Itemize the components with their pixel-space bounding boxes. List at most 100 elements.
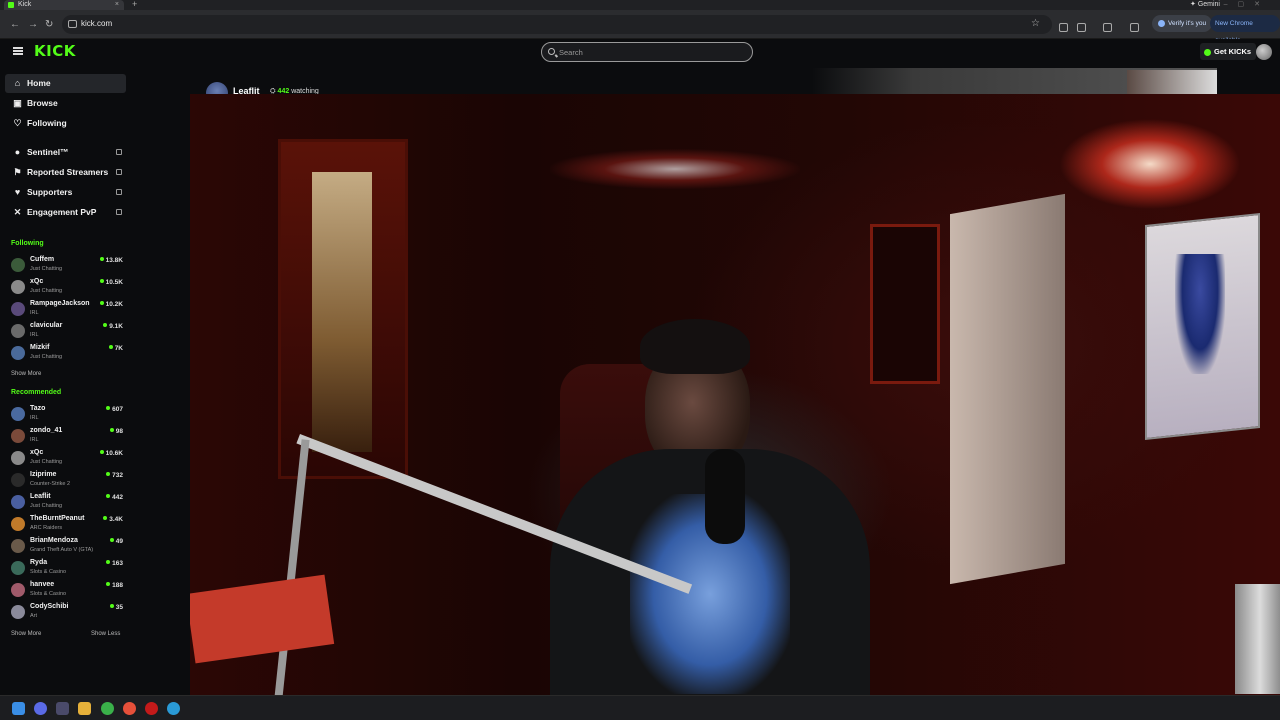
gemini-label: Gemini <box>1197 1 1220 8</box>
browse-icon: ▣ <box>13 98 22 108</box>
verify-label: Verify it's you <box>1168 20 1207 27</box>
avatar <box>11 583 25 597</box>
heart-icon: ♥ <box>14 187 21 197</box>
sidebar: ⌂ Home ▣ Browse ♡ Following ● Sentinel™ … <box>0 66 190 695</box>
url-text: kick.com <box>81 19 113 28</box>
sidebar-item-sentinel[interactable]: ● Sentinel™ <box>5 143 126 162</box>
channel-item[interactable]: hanvee Slots & Casino 188 <box>11 580 123 600</box>
site-info-icon[interactable] <box>68 20 77 28</box>
site-header: KICK Get KICKs <box>0 39 1280 66</box>
channel-item[interactable]: Mizkif Just Chatting 7K <box>11 343 123 363</box>
viewer-count: 9.1K <box>103 323 123 330</box>
channel-category: IRL <box>30 437 39 443</box>
windows-start-icon[interactable] <box>12 702 25 715</box>
get-kicks-button[interactable]: Get KICKs <box>1200 43 1257 60</box>
reload-icon[interactable]: ↻ <box>45 19 53 30</box>
sidebar-item-following[interactable]: ♡ Following <box>5 114 126 133</box>
show-less-button[interactable]: Show Less <box>91 631 120 637</box>
close-tab-icon[interactable]: × <box>115 0 119 10</box>
sidebar-item-label: Engagement PvP <box>27 207 97 217</box>
channel-name: CodySchibi <box>30 603 69 610</box>
channel-item[interactable]: BrianMendoza Grand Theft Auto V (GTA) 49 <box>11 536 123 556</box>
hamburger-menu-icon[interactable] <box>13 47 23 55</box>
channel-category: Slots & Casino <box>30 591 67 597</box>
user-avatar[interactable] <box>1256 44 1272 60</box>
sidebar-item-label: Supporters <box>27 187 73 197</box>
viewer-count: 7K <box>109 345 123 352</box>
search-icon <box>548 48 555 55</box>
video-player[interactable] <box>190 94 1280 695</box>
avatar <box>11 473 25 487</box>
recommended-section-title: Recommended <box>11 389 62 396</box>
channel-category: Just Chatting <box>30 288 63 294</box>
profile-icon <box>1158 19 1165 27</box>
new-tab-icon[interactable]: + <box>132 0 137 9</box>
search-input[interactable] <box>559 46 739 58</box>
channel-item[interactable]: Cuffem Just Chatting 13.8K <box>11 255 123 275</box>
sidebar-item-browse[interactable]: ▣ Browse <box>5 94 126 113</box>
opera-icon[interactable] <box>145 702 158 715</box>
video-white-door <box>950 193 1065 585</box>
avatar <box>11 561 25 575</box>
sidebar-item-engagement-pvp[interactable]: ✕ Engagement PvP <box>5 203 126 222</box>
external-link-icon <box>116 149 122 155</box>
gemini-button[interactable]: ✦ Gemini <box>1190 0 1220 10</box>
edge-icon[interactable] <box>167 702 180 715</box>
window-controls[interactable]: –▢✕ <box>1224 0 1270 10</box>
channel-name: hanvee <box>30 581 55 588</box>
channel-item[interactable]: clavicular IRL 9.1K <box>11 321 123 341</box>
sidebar-item-supporters[interactable]: ♥ Supporters <box>5 183 126 202</box>
channel-item[interactable]: zondo_41 IRL 98 <box>11 426 123 446</box>
task-view-icon[interactable] <box>56 702 69 715</box>
video-person-hair <box>640 319 750 374</box>
channel-category: Just Chatting <box>30 459 63 465</box>
avatar <box>11 280 25 294</box>
channel-name: Iziprime <box>30 471 57 478</box>
channel-item[interactable]: xQc Just Chatting 10.6K <box>11 448 123 468</box>
viewer-count: 442 <box>106 494 123 501</box>
channel-item[interactable]: CodySchibi Art 35 <box>11 602 123 622</box>
channel-item[interactable]: Iziprime Counter-Strike 2 732 <box>11 470 123 490</box>
back-icon[interactable]: ← <box>10 19 20 30</box>
bookmark-star-icon[interactable]: ☆ <box>1031 18 1040 29</box>
avatar <box>11 495 25 509</box>
search-bar[interactable] <box>541 42 753 62</box>
video-wall-frame <box>870 224 940 384</box>
channel-item[interactable]: Leaflit Just Chatting 442 <box>11 492 123 512</box>
channel-name: Cuffem <box>30 256 55 263</box>
firefox-icon[interactable] <box>123 702 136 715</box>
show-more-recommended-button[interactable]: Show More <box>11 631 41 637</box>
search-icon[interactable] <box>34 702 47 715</box>
channel-name: xQc <box>30 449 44 456</box>
avatar <box>11 258 25 272</box>
channel-item[interactable]: Ryda Slots & Casino 163 <box>11 558 123 578</box>
show-more-following-button[interactable]: Show More <box>11 371 41 377</box>
sidebar-panel-icon[interactable] <box>1103 23 1112 32</box>
channel-item[interactable]: RampageJackson IRL 10.2K <box>11 299 123 319</box>
channel-item[interactable]: xQc Just Chatting 10.5K <box>11 277 123 297</box>
kicks-coin-icon <box>1204 48 1211 56</box>
kick-logo[interactable]: KICK <box>34 42 76 60</box>
chrome-icon[interactable] <box>101 702 114 715</box>
channel-item[interactable]: Tazo IRL 607 <box>11 404 123 424</box>
sidebar-item-label: Following <box>27 118 67 128</box>
address-bar[interactable]: kick.com ☆ <box>62 15 1052 34</box>
file-explorer-icon[interactable] <box>78 702 91 715</box>
extension-icon[interactable] <box>1077 23 1086 32</box>
overlay-camera-thumbnail <box>1127 70 1217 94</box>
channel-name: Leaflit <box>30 493 51 500</box>
extension-icon[interactable] <box>1059 23 1068 32</box>
tab-search-icon[interactable] <box>1130 23 1139 32</box>
browser-tab-kick[interactable]: Kick × <box>4 0 124 10</box>
following-section-title: Following <box>11 240 44 247</box>
chrome-update-button[interactable]: New Chrome available <box>1210 15 1280 44</box>
sidebar-item-home[interactable]: ⌂ Home <box>5 74 126 93</box>
viewer-count: 607 <box>106 406 123 413</box>
channel-item[interactable]: TheBurntPeanut ARC Raiders 3.4K <box>11 514 123 534</box>
verify-identity-button[interactable]: Verify it's you <box>1152 15 1213 32</box>
browser-tabbar: Kick × + ✦ Gemini –▢✕ <box>0 0 1280 10</box>
sidebar-item-reported-streamers[interactable]: ⚑ Reported Streamers <box>5 163 126 182</box>
viewer-count: 732 <box>106 472 123 479</box>
channel-name: zondo_41 <box>30 427 63 434</box>
forward-icon[interactable]: → <box>28 19 38 30</box>
